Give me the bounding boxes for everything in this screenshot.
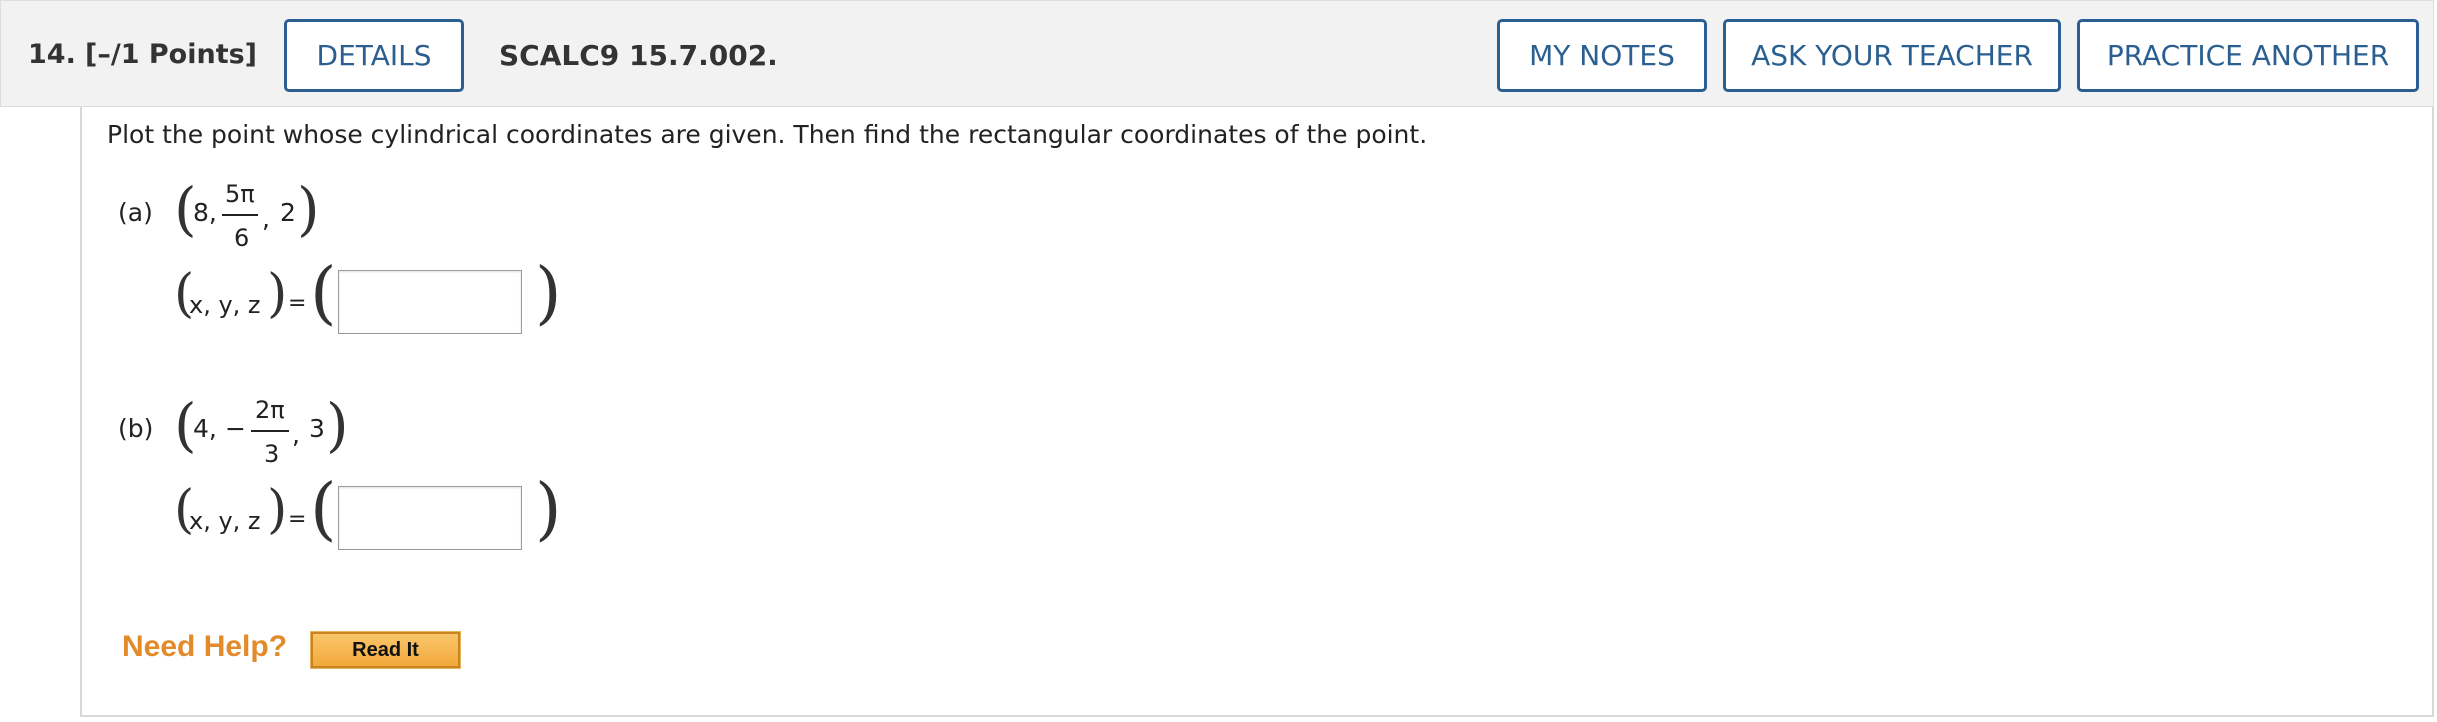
given-r-value: 8, bbox=[193, 198, 217, 227]
fraction-bar bbox=[222, 214, 258, 216]
part-b-label: (b) bbox=[118, 414, 154, 443]
part-a-label: (a) bbox=[118, 198, 153, 227]
practice-another-button[interactable]: PRACTICE ANOTHER bbox=[2077, 19, 2419, 92]
read-it-button[interactable]: Read It bbox=[310, 631, 461, 669]
answer-close-paren: ) bbox=[535, 254, 562, 333]
given-z-value: 3 bbox=[309, 414, 325, 443]
my-notes-button[interactable]: MY NOTES bbox=[1497, 19, 1707, 92]
question-code: SCALC9 15.7.002. bbox=[499, 39, 778, 72]
answer-lhs-vars: x, y, z bbox=[189, 507, 261, 535]
equals-sign: = bbox=[288, 291, 307, 316]
given-r-value: 4, bbox=[193, 414, 217, 443]
given-close-paren: ) bbox=[297, 175, 320, 243]
answer-lhs-close-paren: ) bbox=[267, 480, 288, 540]
question-header: 14. [–/1 Points] DETAILS SCALC9 15.7.002… bbox=[0, 0, 2434, 107]
part-b-answer-input[interactable] bbox=[338, 486, 522, 550]
given-close-paren: ) bbox=[326, 391, 349, 459]
comma: , bbox=[292, 420, 300, 449]
fraction-bar bbox=[251, 430, 289, 432]
ask-your-teacher-button[interactable]: ASK YOUR TEACHER bbox=[1723, 19, 2061, 92]
answer-lhs-vars: x, y, z bbox=[189, 291, 261, 319]
question-prompt: Plot the point whose cylindrical coordin… bbox=[107, 120, 1428, 149]
comma: , bbox=[262, 204, 270, 233]
theta-numerator: 2π bbox=[255, 396, 285, 424]
need-help-label: Need Help? bbox=[122, 630, 288, 663]
answer-close-paren: ) bbox=[535, 470, 562, 549]
answer-open-paren: ( bbox=[310, 470, 337, 549]
equals-sign: = bbox=[288, 507, 307, 532]
details-button[interactable]: DETAILS bbox=[284, 19, 464, 92]
question-number: 14. bbox=[28, 39, 76, 70]
minus-sign: − bbox=[225, 414, 246, 443]
given-z-value: 2 bbox=[280, 198, 296, 227]
part-a-answer-input[interactable] bbox=[338, 270, 522, 334]
theta-denominator: 6 bbox=[234, 224, 250, 252]
theta-denominator: 3 bbox=[264, 440, 280, 468]
answer-open-paren: ( bbox=[310, 254, 337, 333]
question-panel bbox=[80, 107, 2434, 717]
points-label: [–/1 Points] bbox=[85, 39, 258, 70]
theta-numerator: 5π bbox=[225, 180, 255, 208]
answer-lhs-close-paren: ) bbox=[267, 264, 288, 324]
